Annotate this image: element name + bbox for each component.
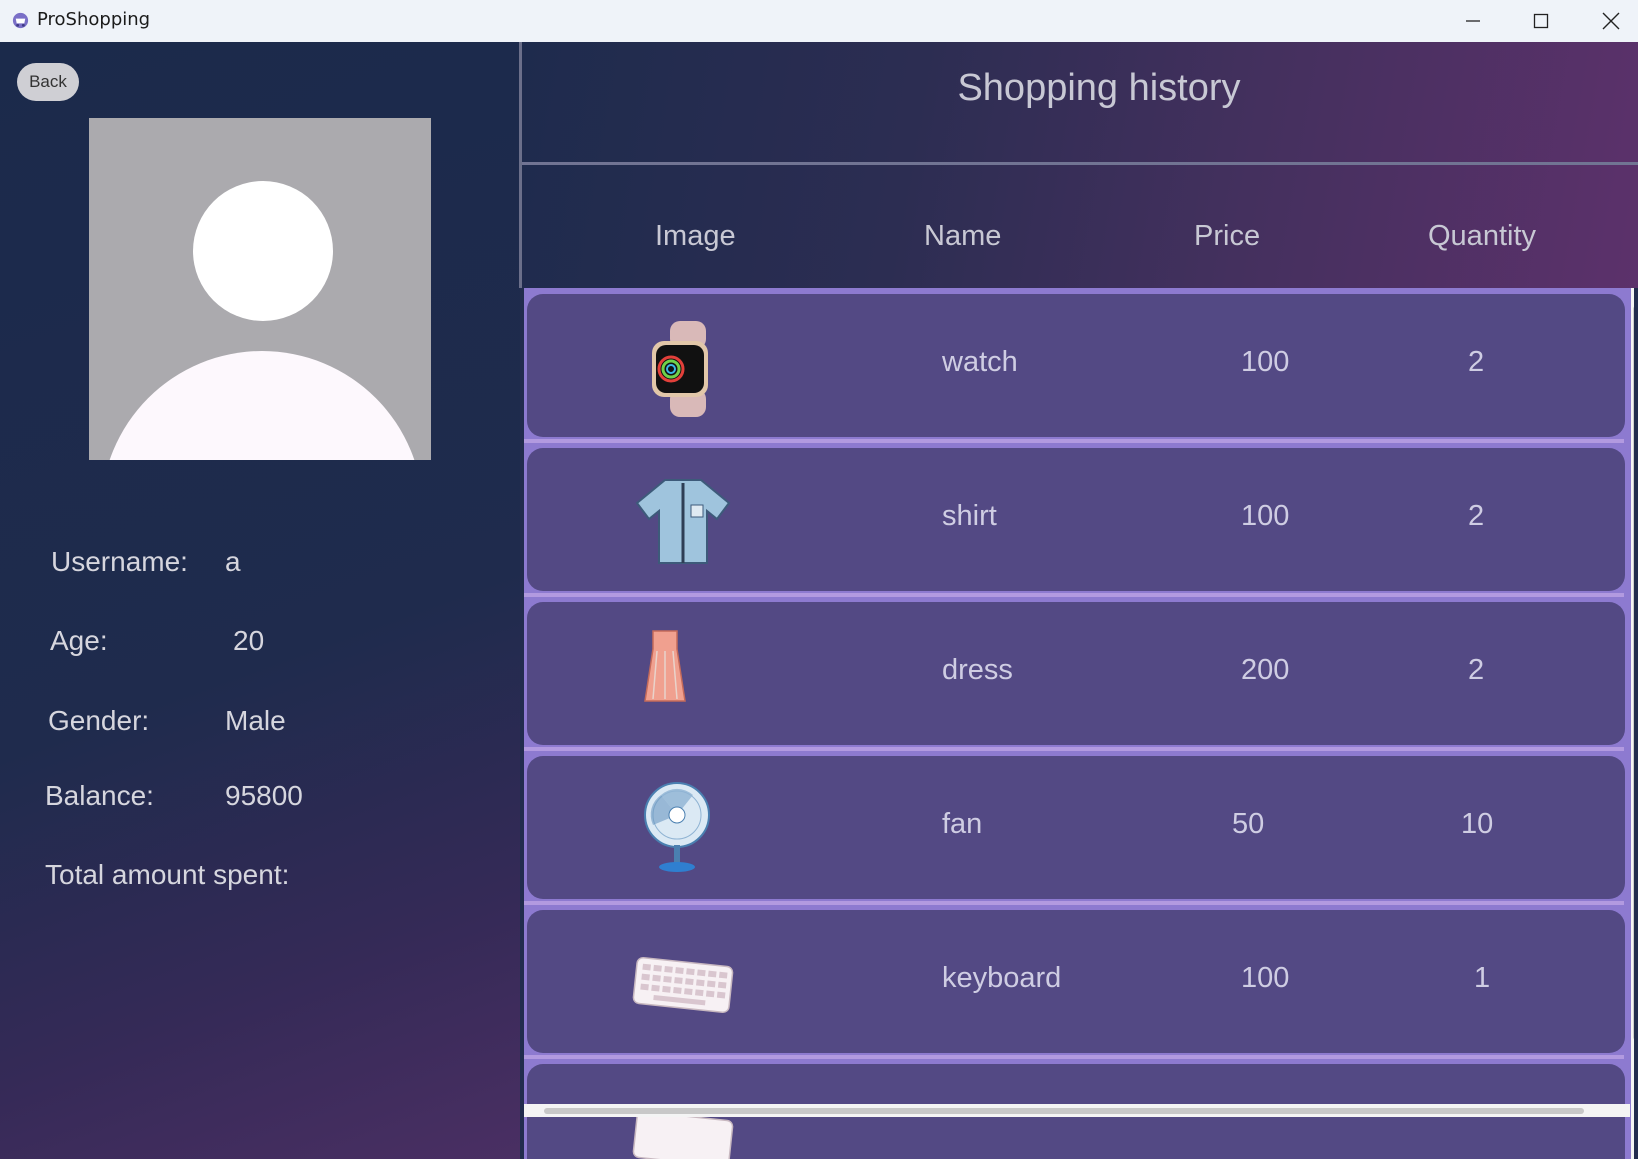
age-label: Age: — [50, 625, 108, 656]
profile-panel: Back Username: a Age: 20 Gender: Male Ba… — [0, 42, 520, 1159]
balance-value: 95800 — [225, 780, 303, 811]
keyboard-image — [632, 956, 734, 1014]
item-price: 100 — [1241, 962, 1290, 994]
item-name: dress — [942, 654, 1013, 686]
item-price: 100 — [1241, 346, 1290, 378]
balance-label: Balance: — [45, 780, 154, 811]
history-header: Shopping history Image Name Price Quanti… — [520, 42, 1638, 288]
app-logo-icon — [12, 12, 29, 29]
header-vertical-divider — [519, 42, 522, 288]
header-divider — [520, 162, 1638, 165]
maximize-icon — [1533, 13, 1549, 29]
user-avatar — [89, 118, 431, 460]
close-icon — [1602, 12, 1620, 30]
close-button[interactable] — [1576, 0, 1638, 42]
watch-image — [652, 321, 708, 417]
gender-value: Male — [225, 705, 286, 736]
avatar-body-shape — [101, 351, 423, 460]
minimize-icon — [1466, 20, 1480, 22]
title-bar: ProShopping — [0, 0, 1638, 42]
item-quantity: 1 — [1474, 962, 1491, 994]
history-list[interactable]: watch 100 2 shirt 100 2 dress 200 2 fan … — [524, 288, 1634, 1159]
shirt-image — [635, 479, 731, 564]
item-price: 50 — [1232, 808, 1265, 840]
item-quantity: 2 — [1468, 346, 1485, 378]
table-row[interactable]: keyboard 100 1 — [527, 910, 1625, 1053]
maximize-button[interactable] — [1506, 0, 1576, 42]
total-spent-label: Total amount spent: — [45, 859, 290, 890]
row-separator — [524, 1055, 1624, 1059]
horizontal-scrollbar[interactable] — [524, 1104, 1630, 1117]
column-header-quantity: Quantity — [1428, 220, 1536, 252]
column-header-name: Name — [924, 220, 1002, 252]
fan-image — [644, 782, 710, 872]
item-name: shirt — [942, 500, 997, 532]
horizontal-scroll-thumb[interactable] — [544, 1108, 1584, 1114]
item-quantity: 2 — [1468, 500, 1485, 532]
table-row[interactable]: fan 50 10 — [527, 756, 1625, 899]
back-button[interactable]: Back — [17, 63, 79, 101]
item-price: 200 — [1241, 654, 1290, 686]
username-value: a — [225, 546, 241, 577]
column-header-image: Image — [655, 220, 736, 252]
item-name: keyboard — [942, 962, 1062, 994]
username-label: Username: — [51, 546, 188, 577]
avatar-head-shape — [193, 181, 333, 321]
age-value: 20 — [233, 625, 265, 656]
item-name: fan — [942, 808, 983, 840]
column-header-price: Price — [1194, 220, 1261, 252]
table-row[interactable]: dress 200 2 — [527, 602, 1625, 745]
item-quantity: 2 — [1468, 654, 1485, 686]
vertical-scrollbar[interactable] — [1631, 288, 1634, 1159]
item-quantity: 10 — [1461, 808, 1494, 840]
history-panel: Shopping history Image Name Price Quanti… — [520, 42, 1638, 1159]
row-separator — [524, 439, 1624, 443]
row-separator — [524, 747, 1624, 751]
vertical-scroll-thumb[interactable] — [1633, 306, 1634, 1040]
row-separator — [524, 593, 1624, 597]
page-title: Shopping history — [957, 67, 1241, 109]
window-title: ProShopping — [37, 9, 151, 30]
row-separator — [524, 901, 1624, 905]
table-row[interactable]: watch 100 2 — [527, 294, 1625, 437]
dress-image — [644, 630, 686, 702]
minimize-button[interactable] — [1438, 0, 1508, 42]
item-price: 100 — [1241, 500, 1290, 532]
table-row[interactable]: shirt 100 2 — [527, 448, 1625, 591]
item-name: watch — [942, 346, 1018, 378]
gender-label: Gender: — [48, 705, 150, 736]
